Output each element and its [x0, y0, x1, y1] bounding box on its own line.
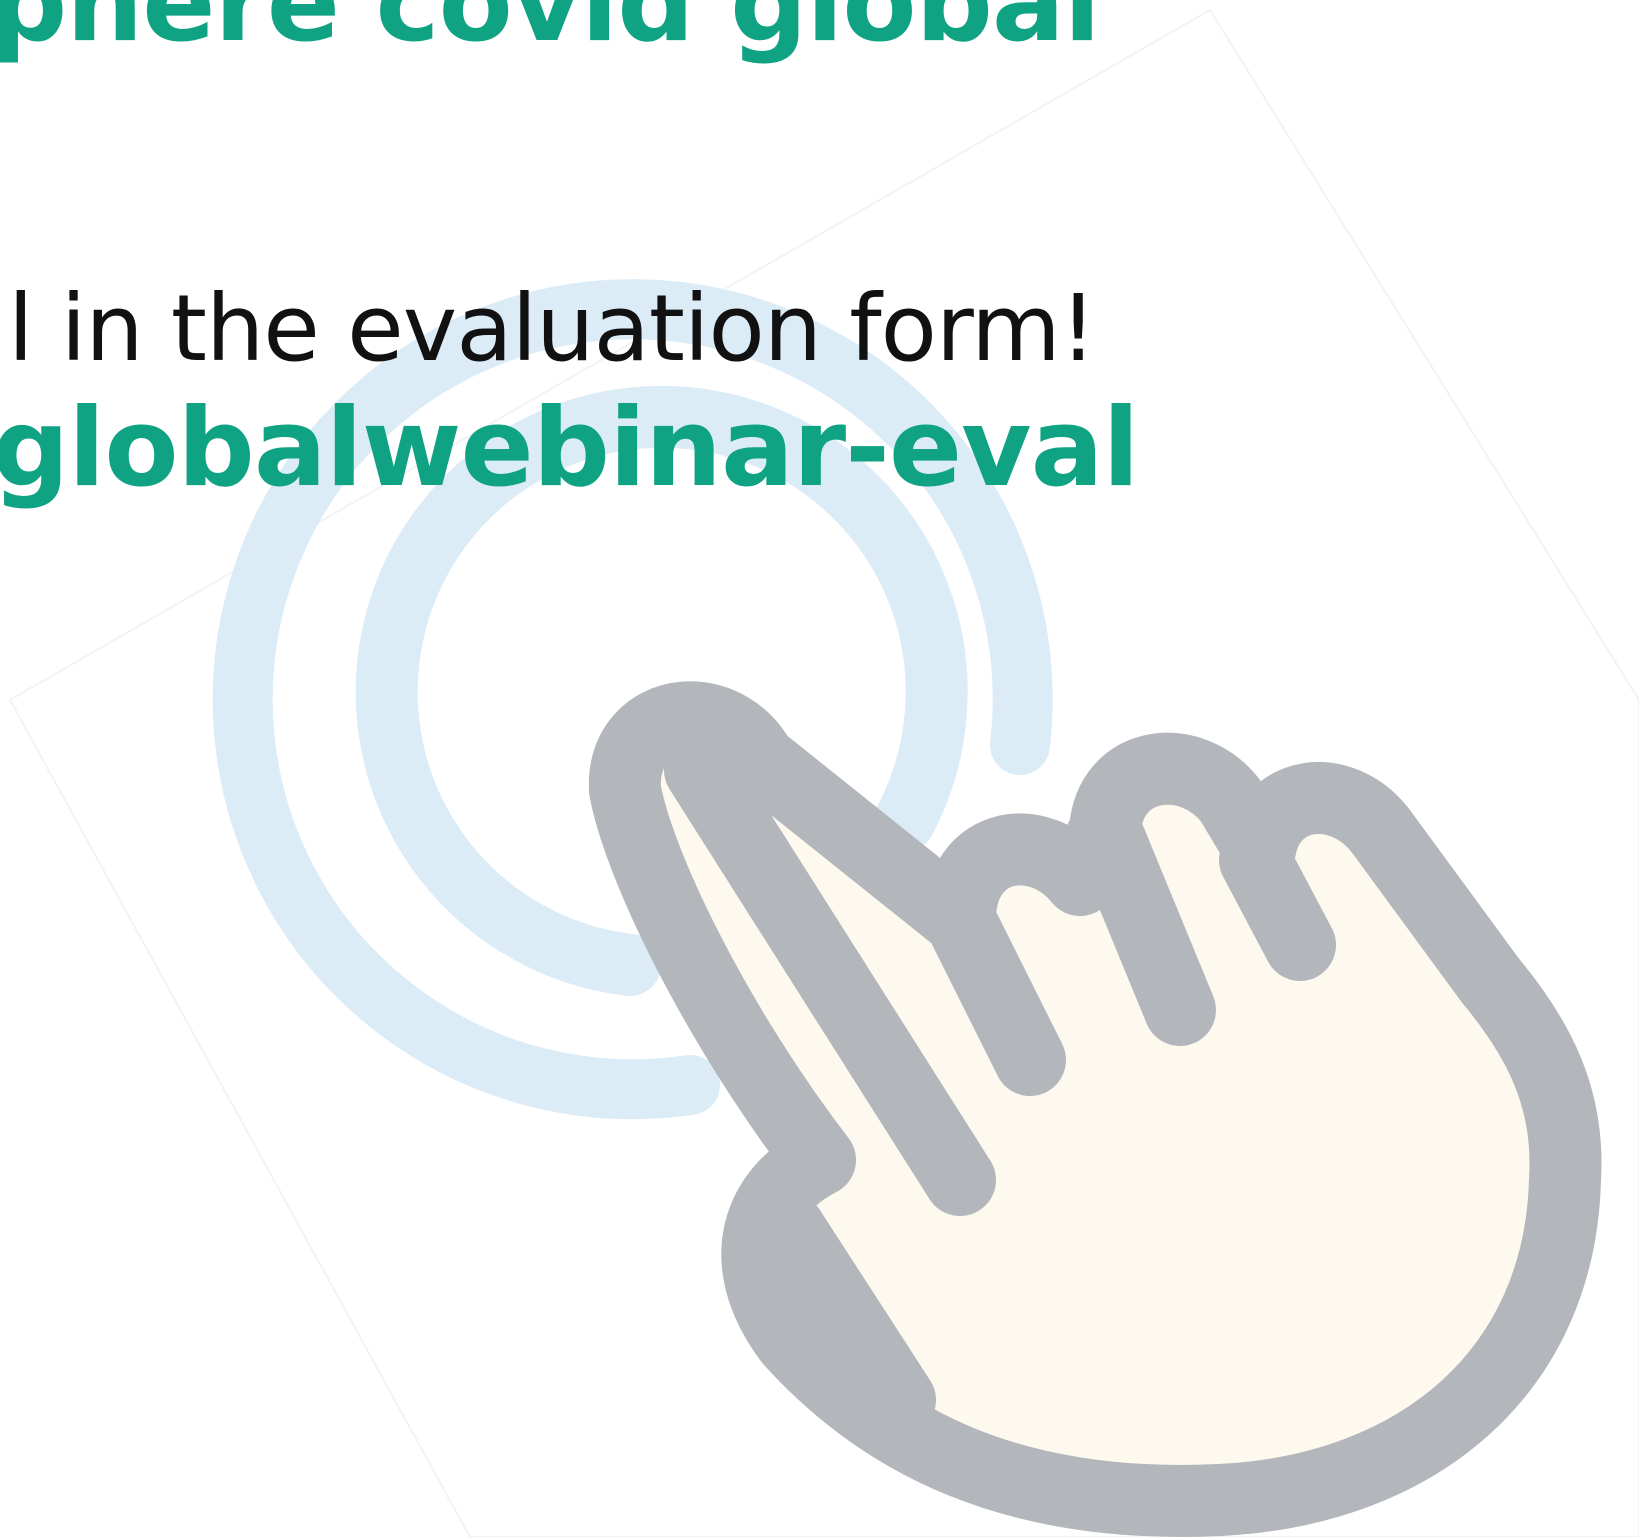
evaluation-link[interactable]: globalwebinar-eval — [0, 395, 1139, 503]
tap-hand-icon — [588, 681, 1602, 1537]
tap-graphic — [212, 279, 1602, 1537]
evaluation-instruction: l in the evaluation form! — [8, 275, 1097, 382]
slide-title-fragment: phere covid global — [0, 0, 1101, 66]
slide-screen: phere covid global l in the evaluation f… — [0, 0, 1639, 1537]
